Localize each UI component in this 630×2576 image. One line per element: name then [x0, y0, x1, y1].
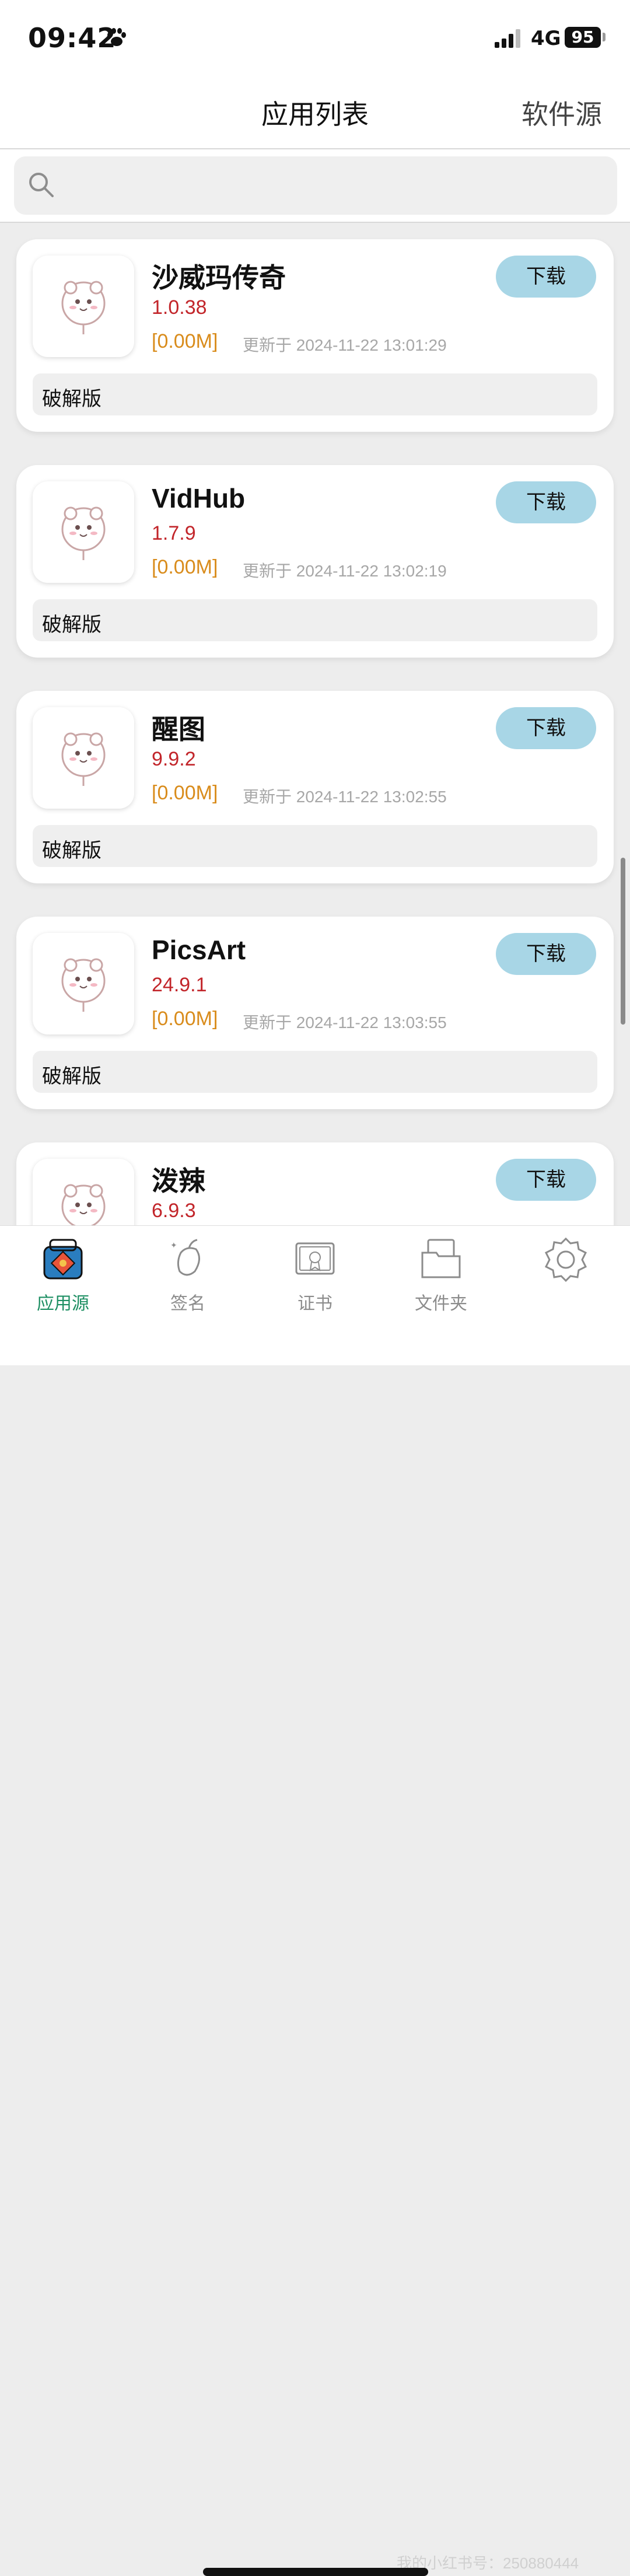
- app-name: 沙威玛传奇: [152, 263, 286, 293]
- app-card: 醒图 9.9.2 [0.00M] 更新于 2024-11-22 13:02:55…: [16, 691, 614, 883]
- tag-bar: 破解版: [33, 373, 597, 415]
- app-tag: 破解版: [42, 1065, 102, 1088]
- search-icon: [29, 173, 54, 197]
- app-card: 泼辣 6.9.3 下载: [16, 1142, 614, 1226]
- status-bar: 09:42 4G 95: [0, 0, 630, 76]
- app-updated: 更新于 2024-11-22 13:02:19: [243, 562, 447, 580]
- download-button[interactable]: 下载: [496, 256, 596, 298]
- settings-icon: [544, 1237, 587, 1282]
- search-area: [0, 149, 630, 223]
- tag-bar: 破解版: [33, 825, 597, 867]
- tab-label: 签名: [170, 1294, 205, 1313]
- svg-text:✦: ✦: [170, 1240, 177, 1250]
- hamster-icon: [61, 958, 106, 1012]
- app-version: 1.7.9: [152, 522, 196, 544]
- home-indicator[interactable]: [203, 2568, 428, 2576]
- sign-icon: ✦: [170, 1239, 200, 1276]
- nav-bar: 应用列表 软件源: [0, 76, 630, 149]
- app-icon: [33, 1159, 134, 1226]
- app-size: [0.00M]: [152, 556, 218, 578]
- tab-settings[interactable]: [508, 1235, 624, 1317]
- app-card: VidHub 1.7.9 [0.00M] 更新于 2024-11-22 13:0…: [16, 465, 614, 658]
- certificate-icon: [295, 1242, 335, 1275]
- battery-icon: 95: [565, 27, 601, 48]
- tab-sign[interactable]: ✦ 签名: [130, 1235, 246, 1317]
- app-list[interactable]: 沙威玛传奇 1.0.38 [0.00M] 更新于 2024-11-22 13:0…: [0, 223, 630, 1226]
- search-input[interactable]: [14, 156, 617, 215]
- tag-bar: 破解版: [33, 1051, 597, 1093]
- app-name: 泼辣: [152, 1166, 205, 1196]
- signal-icon: [495, 29, 520, 48]
- tab-bar: 应用源 ✦ 签名 证书 文件夹 我的小红书号：250880444: [0, 1225, 630, 2576]
- download-button[interactable]: 下载: [496, 481, 596, 523]
- app-version: 6.9.3: [152, 1200, 196, 1222]
- download-button[interactable]: 下载: [496, 707, 596, 749]
- paw-icon: [107, 28, 126, 46]
- software-source-button[interactable]: 软件源: [522, 93, 602, 132]
- app-tag: 破解版: [42, 614, 102, 636]
- network-label: 4G: [531, 27, 561, 50]
- app-source-icon: [43, 1239, 83, 1280]
- app-icon: [33, 707, 134, 809]
- tab-label: 应用源: [37, 1294, 89, 1313]
- tab-certificate[interactable]: 证书: [257, 1235, 373, 1317]
- tab-app-source[interactable]: 应用源: [5, 1235, 121, 1317]
- hamster-icon: [61, 1184, 106, 1226]
- app-size: [0.00M]: [152, 782, 218, 804]
- folder-icon: [421, 1239, 461, 1278]
- app-icon: [33, 933, 134, 1034]
- app-name: 醒图: [152, 714, 205, 745]
- app-card: 沙威玛传奇 1.0.38 [0.00M] 更新于 2024-11-22 13:0…: [16, 239, 614, 432]
- app-size: [0.00M]: [152, 1008, 218, 1030]
- app-tag: 破解版: [42, 840, 102, 862]
- app-icon: [33, 256, 134, 357]
- app-updated: 更新于 2024-11-22 13:01:29: [243, 336, 447, 354]
- hamster-icon: [61, 506, 106, 560]
- app-size: [0.00M]: [152, 330, 218, 352]
- status-time: 09:42: [28, 22, 117, 54]
- tag-bar: 破解版: [33, 599, 597, 641]
- download-button[interactable]: 下载: [496, 933, 596, 975]
- tab-label: 证书: [298, 1294, 332, 1313]
- tab-folder[interactable]: 文件夹: [383, 1235, 499, 1317]
- app-icon: [33, 481, 134, 583]
- app-updated: 更新于 2024-11-22 13:02:55: [243, 788, 447, 806]
- app-name: VidHub: [152, 483, 246, 513]
- download-button[interactable]: 下载: [496, 1159, 596, 1201]
- hamster-icon: [61, 281, 106, 334]
- app-name: PicsArt: [152, 935, 246, 965]
- app-version: 24.9.1: [152, 974, 207, 996]
- app-version: 9.9.2: [152, 748, 196, 770]
- app-tag: 破解版: [42, 388, 102, 410]
- hamster-icon: [61, 732, 106, 786]
- app-updated: 更新于 2024-11-22 13:03:55: [243, 1013, 447, 1032]
- tab-label: 文件夹: [415, 1294, 467, 1313]
- scrollbar[interactable]: [621, 858, 625, 1025]
- app-card: PicsArt 24.9.1 [0.00M] 更新于 2024-11-22 13…: [16, 917, 614, 1109]
- battery-tip: [603, 33, 606, 41]
- app-version: 1.0.38: [152, 296, 207, 319]
